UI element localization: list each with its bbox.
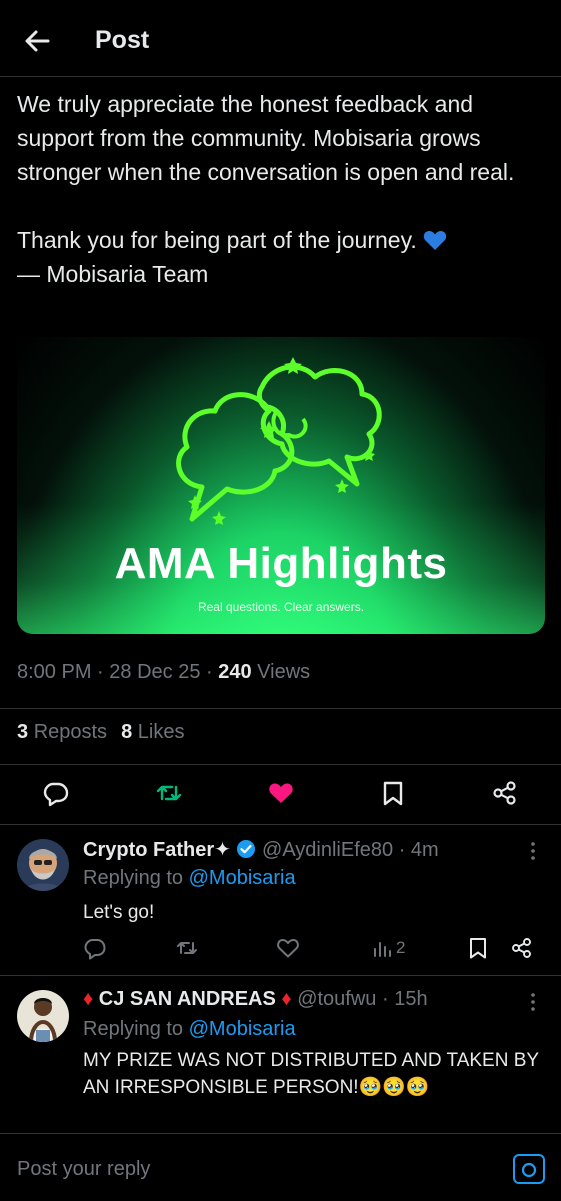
share-icon (512, 938, 531, 958)
reply-composer[interactable]: Post your reply (0, 1133, 561, 1201)
analytics-icon (374, 942, 391, 957)
post-date: 28 Dec 25 (109, 661, 201, 683)
likes-label: Likes (137, 721, 185, 743)
reply-text: MY PRIZE WAS NOT DISTRIBUTED AND TAKEN B… (83, 1050, 539, 1098)
bookmark-button[interactable] (466, 936, 490, 960)
reply-icon (84, 939, 106, 960)
avatar[interactable] (17, 839, 69, 891)
diamond-icon: ♦ (83, 988, 94, 1010)
reply-icon (43, 782, 69, 807)
bookmark-icon (383, 781, 403, 806)
replying-to: Replying to @Mobisaria (83, 867, 296, 890)
reply-time: 15h (394, 988, 428, 1010)
heart-icon (269, 783, 293, 803)
post-image[interactable]: AMA Highlights Real questions. Clear ans… (17, 337, 545, 634)
reply-time: 4m (410, 839, 439, 861)
replying-to-label: Replying to (83, 1018, 184, 1040)
repost-icon (156, 785, 182, 801)
reply-author-handle: @toufwu (297, 988, 377, 1010)
reposts-label: Reposts (33, 721, 108, 743)
replying-to-label: Replying to (83, 867, 184, 889)
reply-button[interactable] (83, 936, 107, 960)
bookmark-icon (470, 938, 486, 959)
repost-icon (177, 942, 197, 954)
repost-button[interactable] (155, 779, 183, 807)
views-count: 240 (218, 661, 252, 683)
bookmark-button[interactable] (379, 779, 407, 807)
verified-badge-icon (237, 840, 256, 858)
views-label: Views (257, 661, 311, 683)
reposts-count: 3 (17, 721, 29, 743)
share-button[interactable] (510, 936, 534, 960)
post-meta: 8:00 PM · 28 Dec 25 · 240 Views (17, 661, 311, 683)
chat-bubbles-icon (176, 357, 382, 525)
replying-to-mention[interactable]: @Mobisaria (189, 1018, 296, 1040)
likes-count: 8 (121, 721, 133, 743)
share-icon (493, 781, 516, 805)
more-options-icon[interactable] (523, 992, 543, 1012)
post-time: 8:00 PM (17, 661, 92, 683)
image-subtitle: Real questions. Clear answers. (197, 600, 365, 614)
repost-button[interactable] (175, 936, 199, 960)
post-text: We truly appreciate the honest feedback … (17, 87, 547, 291)
likes-stat[interactable]: 8 Likes (121, 721, 184, 743)
like-button[interactable] (267, 779, 295, 807)
reposts-stat[interactable]: 3 Reposts (17, 721, 107, 743)
share-button[interactable] (491, 779, 519, 807)
diamond-icon: ♦ (281, 988, 292, 1010)
reply-author-name[interactable]: CJ SAN ANDREAS (99, 988, 276, 1010)
like-button[interactable] (276, 936, 300, 960)
replying-to-mention[interactable]: @Mobisaria (189, 867, 296, 889)
views-button[interactable] (371, 936, 395, 960)
reply-header: ♦ CJ SAN ANDREAS ♦ @toufwu · 15h (83, 988, 428, 1010)
reply-button[interactable] (42, 779, 70, 807)
reply-item[interactable]: ♦ CJ SAN ANDREAS ♦ @toufwu · 15h Replyin… (0, 976, 561, 1132)
back-arrow-icon[interactable] (22, 26, 52, 56)
blue-heart-icon (423, 230, 446, 250)
reply-input-placeholder[interactable]: Post your reply (17, 1158, 150, 1181)
top-bar: Post (0, 0, 561, 77)
views-count: 2 (396, 938, 406, 957)
more-options-icon[interactable] (523, 841, 543, 861)
image-title: AMA Highlights (114, 539, 448, 588)
avatar[interactable] (17, 990, 69, 1042)
divider (0, 708, 561, 709)
post-signature: — Mobisaria Team (17, 261, 209, 287)
reply-author-name[interactable]: Crypto Father (83, 839, 214, 861)
replying-to: Replying to @Mobisaria (83, 1018, 296, 1041)
reply-header: Crypto Father✦ @AydinliEfe80 · 4m (83, 839, 439, 861)
reply-author-handle: @AydinliEfe80 (262, 839, 394, 861)
heart-outline-icon (277, 938, 299, 958)
divider (0, 764, 561, 765)
name-suffix: ✦ (214, 839, 231, 861)
camera-icon[interactable] (513, 1154, 545, 1184)
page-title: Post (95, 26, 150, 54)
reply-text: Let's go! (83, 902, 155, 923)
reply-item[interactable]: Crypto Father✦ @AydinliEfe80 · 4m Replyi… (0, 825, 561, 975)
post-stats: 3 Reposts 8 Likes (17, 721, 184, 744)
